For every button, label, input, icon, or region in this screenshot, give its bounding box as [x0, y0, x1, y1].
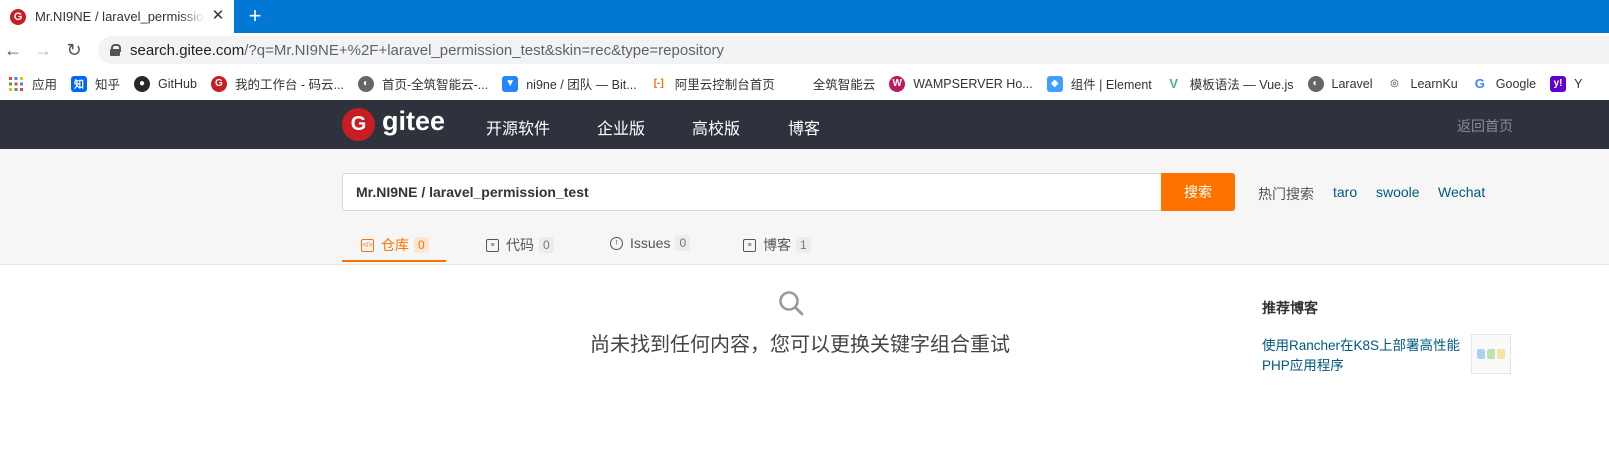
bookmark-element[interactable]: ◆ 组件 | Element	[1046, 74, 1152, 93]
vue-icon: V	[1169, 76, 1179, 91]
bookmark-github[interactable]: ● GitHub	[134, 75, 197, 92]
address-bar[interactable]: search.gitee.com/?q=Mr.NI9NE+%2F+laravel…	[98, 36, 1609, 64]
globe-icon: ◐	[357, 75, 374, 92]
url-text: search.gitee.com/?q=Mr.NI9NE+%2F+laravel…	[130, 42, 724, 59]
bookmark-label: 首页-全筑智能云-...	[381, 78, 489, 92]
bookmark-label: 阿里云控制台首页	[674, 78, 775, 92]
issue-icon: !	[610, 236, 623, 250]
bookmark-wampserver[interactable]: W WAMPSERVER Ho...	[889, 75, 1033, 92]
nav-education[interactable]: 高校版	[692, 115, 740, 139]
close-tab-icon[interactable]: ✕	[210, 8, 226, 24]
bookmark-google[interactable]: G Google	[1472, 76, 1536, 92]
element-icon: ◆	[1046, 75, 1063, 92]
bookmark-zhihu[interactable]: 知 知乎	[71, 74, 120, 93]
tab-code[interactable]: ≡ 代码 0	[486, 235, 554, 255]
back-home-link[interactable]: 返回首页	[1457, 116, 1513, 136]
bookmark-learnku[interactable]: ◎ LearnKu	[1387, 76, 1458, 92]
recommended-blogs-title: 推荐博客	[1262, 300, 1318, 316]
hot-term-taro[interactable]: taro	[1333, 184, 1357, 200]
search-section: Mr.NI9NE / laravel_permission_test 搜索 热门…	[0, 149, 1609, 265]
hot-term-wechat[interactable]: Wechat	[1438, 184, 1485, 200]
bookmark-label: 应用	[32, 78, 58, 92]
bookmarks-bar: 应用 知 知乎 ● GitHub G 我的工作台 - 码云... ◐ 首页-全筑…	[0, 67, 1609, 100]
tab-count: 0	[675, 235, 691, 251]
back-arrow-icon[interactable]: ←	[3, 40, 23, 60]
reload-icon[interactable]: ↻	[64, 40, 84, 60]
browser-tab[interactable]: G Mr.NI9NE / laravel_permission_test - G…	[0, 0, 234, 33]
recommended-blog-link[interactable]: 使用Rancher在K8S上部署高性能PHP应用程序	[1262, 336, 1462, 376]
bookmark-laravel[interactable]: ◐ Laravel	[1307, 75, 1373, 92]
yahoo-icon: y!	[1550, 75, 1567, 92]
bookmark-vue[interactable]: V 模板语法 — Vue.js	[1166, 74, 1294, 93]
bookmark-apps[interactable]: 应用	[8, 74, 57, 93]
bookmark-yahoo[interactable]: y! Y	[1550, 75, 1583, 92]
zhihu-icon: 知	[71, 75, 88, 92]
empty-result-message: 尚未找到任何内容，您可以更换关键字组合重试	[590, 334, 1010, 356]
url-host: search.gitee.com	[130, 41, 245, 59]
bookmark-label: 组件 | Element	[1070, 78, 1152, 92]
tab-count: 1	[796, 237, 811, 253]
bookmark-label: 知乎	[95, 78, 121, 92]
bookmark-label: Google	[1495, 76, 1537, 91]
url-path: /?q=Mr.NI9NE+%2F+laravel_permission_test…	[244, 41, 725, 59]
apps-icon	[8, 76, 24, 92]
tab-issues[interactable]: ! Issues 0	[610, 235, 691, 251]
forward-arrow-icon[interactable]: →	[33, 40, 53, 60]
gitee-favicon-icon: G	[10, 8, 26, 25]
document-icon: ≡	[486, 238, 499, 252]
tab-repositories[interactable]: </> 仓库 0	[361, 235, 429, 255]
hot-search-label: 热门搜索	[1258, 186, 1314, 202]
search-icon	[779, 291, 804, 316]
bookmark-label: Laravel	[1331, 76, 1373, 91]
blog-icon: ≡	[743, 238, 756, 252]
bitbucket-icon: ▼	[502, 75, 519, 92]
hot-term-swoole[interactable]: swoole	[1376, 184, 1420, 200]
nav-enterprise[interactable]: 企业版	[597, 115, 645, 139]
learnku-icon: ◎	[1390, 78, 1399, 89]
github-icon: ●	[134, 75, 151, 92]
tab-count: 0	[539, 237, 554, 253]
site-header: G gitee 开源软件 企业版 高校版 博客 返回首页	[0, 100, 1609, 149]
tab-label: 博客	[763, 237, 791, 253]
bookmark-label: 我的工作台 - 码云...	[234, 78, 344, 92]
globe-icon: ◐	[1307, 75, 1324, 92]
bookmark-quanzhu-cloud[interactable]: 全筑智能云	[789, 74, 876, 93]
browser-toolbar: ← → ↻ search.gitee.com/?q=Mr.NI9NE+%2F+l…	[0, 33, 1609, 67]
bookmark-label: 模板语法 — Vue.js	[1189, 78, 1294, 92]
gitee-logo-icon[interactable]: G	[342, 108, 375, 141]
bookmark-aliyun[interactable]: [-] 阿里云控制台首页	[651, 74, 775, 93]
wamp-icon: W	[889, 75, 906, 92]
google-icon: G	[1474, 76, 1485, 91]
search-button[interactable]: 搜索	[1161, 173, 1235, 211]
tab-label: 仓库	[381, 237, 409, 253]
bookmark-label: LearnKu	[1410, 76, 1458, 91]
bookmark-quanzhu-home[interactable]: ◐ 首页-全筑智能云-...	[357, 74, 489, 93]
bookmark-bitbucket[interactable]: ▼ ni9ne / 团队 — Bit...	[502, 74, 637, 93]
blog-thumbnail[interactable]	[1471, 334, 1511, 374]
bookmark-gitee-workbench[interactable]: G 我的工作台 - 码云...	[210, 74, 344, 93]
nav-blog[interactable]: 博客	[788, 115, 820, 139]
tab-label: Issues	[630, 235, 671, 251]
aliyun-icon: [-]	[653, 78, 664, 89]
gitee-icon: G	[210, 75, 227, 92]
gitee-brand[interactable]: gitee	[382, 106, 445, 137]
bookmark-label: ni9ne / 团队 — Bit...	[526, 78, 637, 92]
bookmark-label: WAMPSERVER Ho...	[913, 76, 1033, 91]
search-input[interactable]: Mr.NI9NE / laravel_permission_test	[342, 173, 1162, 211]
nav-open-source[interactable]: 开源软件	[486, 115, 550, 139]
tab-count: 0	[414, 237, 429, 253]
blank-icon	[789, 76, 805, 92]
new-tab-button[interactable]: +	[244, 5, 266, 27]
active-tab-indicator	[342, 260, 446, 262]
code-icon: </>	[361, 238, 374, 252]
tab-blogs[interactable]: ≡ 博客 1	[743, 235, 811, 255]
tab-label: 代码	[506, 237, 534, 253]
lock-icon[interactable]	[110, 44, 121, 56]
tab-title: Mr.NI9NE / laravel_permission_test - Git…	[35, 9, 205, 24]
bookmark-label: 全筑智能云	[812, 78, 876, 92]
bookmark-label: Y	[1574, 76, 1583, 91]
bookmark-label: GitHub	[158, 76, 197, 91]
browser-tabstrip: G Mr.NI9NE / laravel_permission_test - G…	[0, 0, 1609, 33]
